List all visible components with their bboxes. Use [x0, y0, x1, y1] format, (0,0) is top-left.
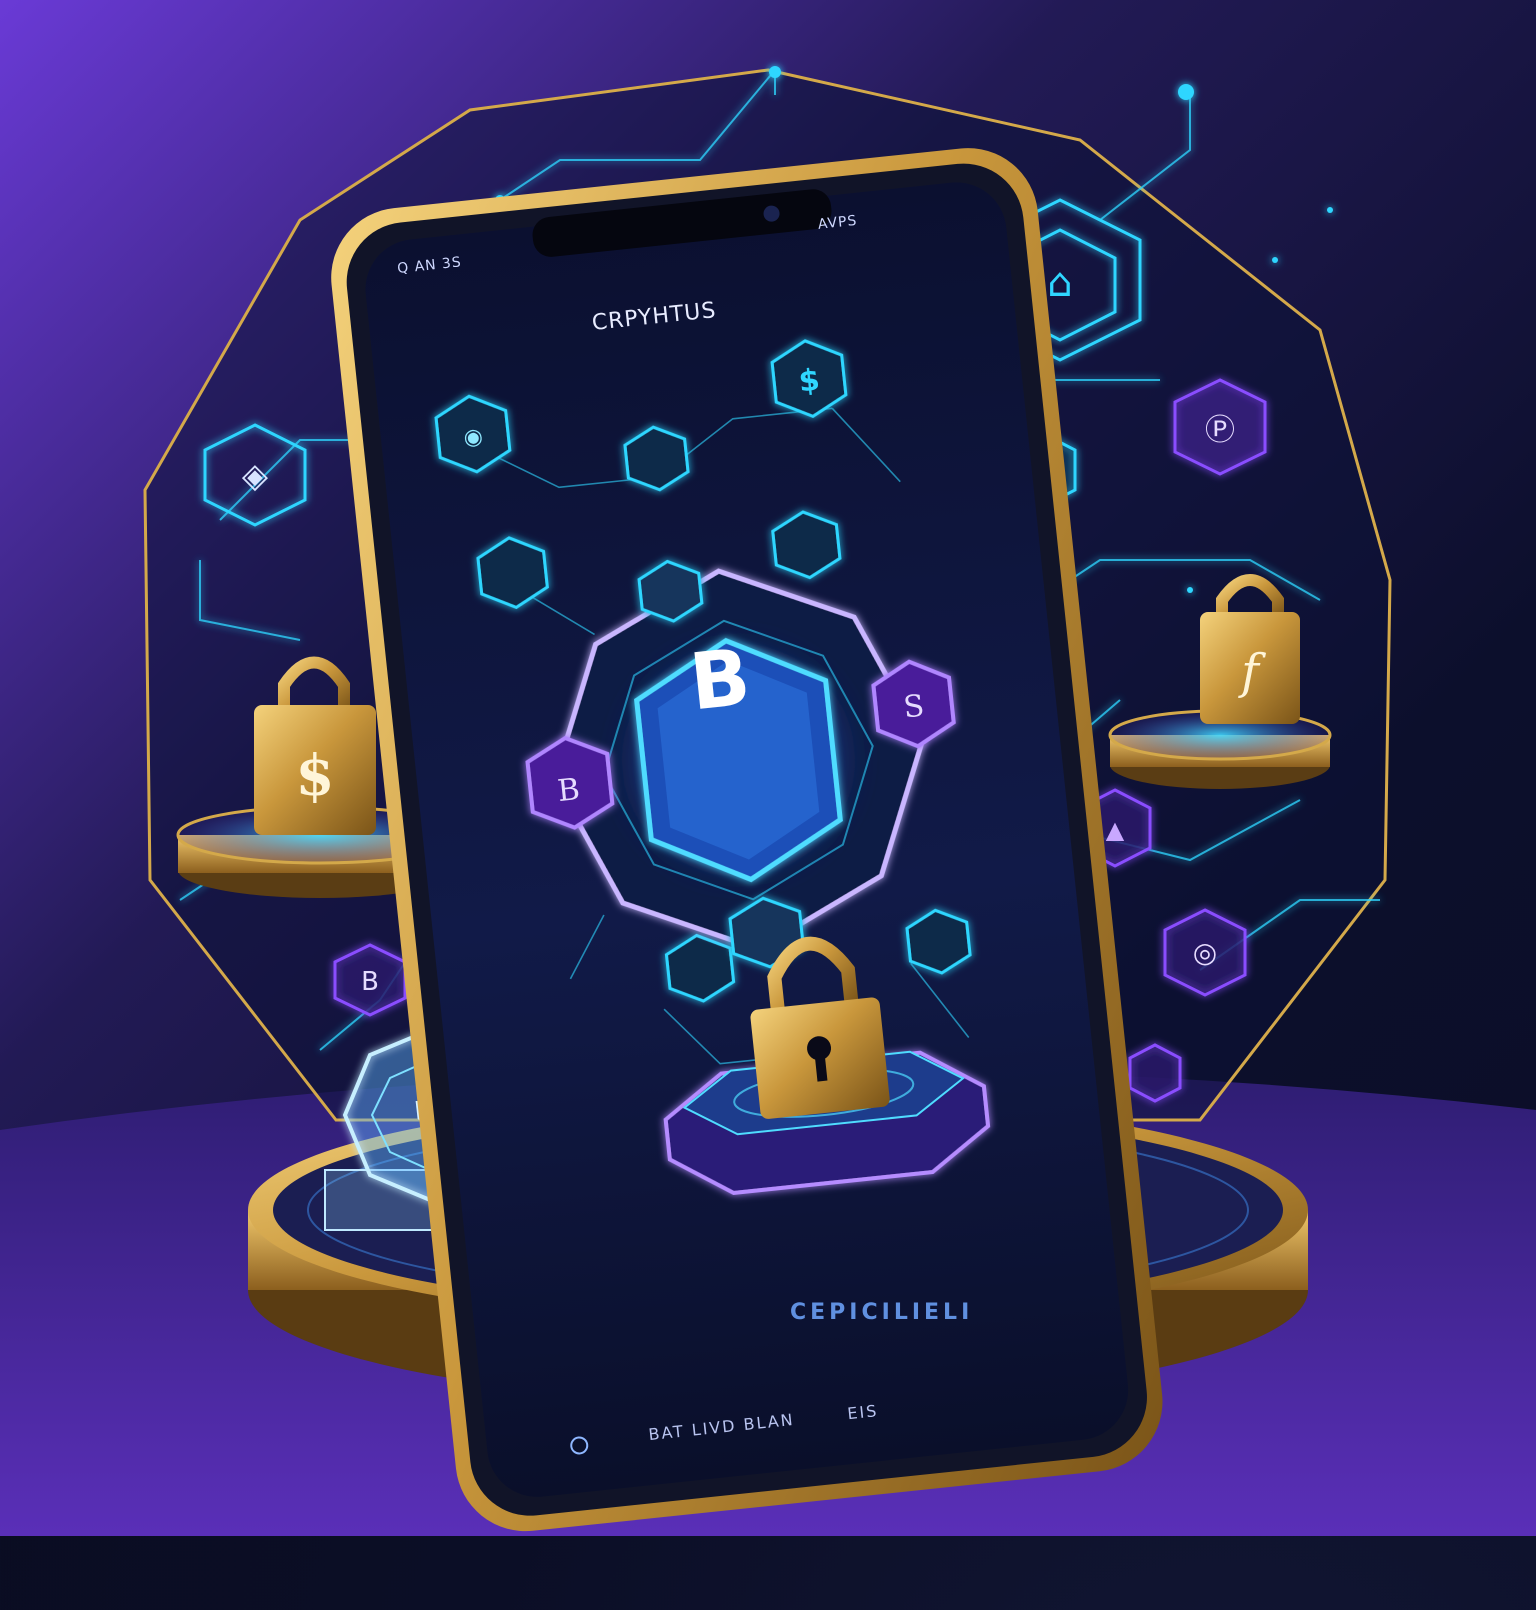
screen-bottom-right-label: EIS	[846, 1401, 880, 1424]
phone-screen-text: Q AN 3S AVPS CRPYHTUS BAT LIVD BLAN EIS	[0, 0, 1536, 1610]
base-platform-label: CEPICILIELI	[790, 1300, 974, 1325]
scene: ⌂ ◈ B Ⓟ ▲ ◎ B $ f	[0, 0, 1536, 1536]
status-bar-left: Q AN 3S	[396, 254, 463, 278]
screen-bottom-label: BAT LIVD BLAN	[647, 1409, 796, 1445]
app-title: CRPYHTUS	[590, 298, 718, 336]
status-bar-right: AVPS	[817, 212, 859, 233]
